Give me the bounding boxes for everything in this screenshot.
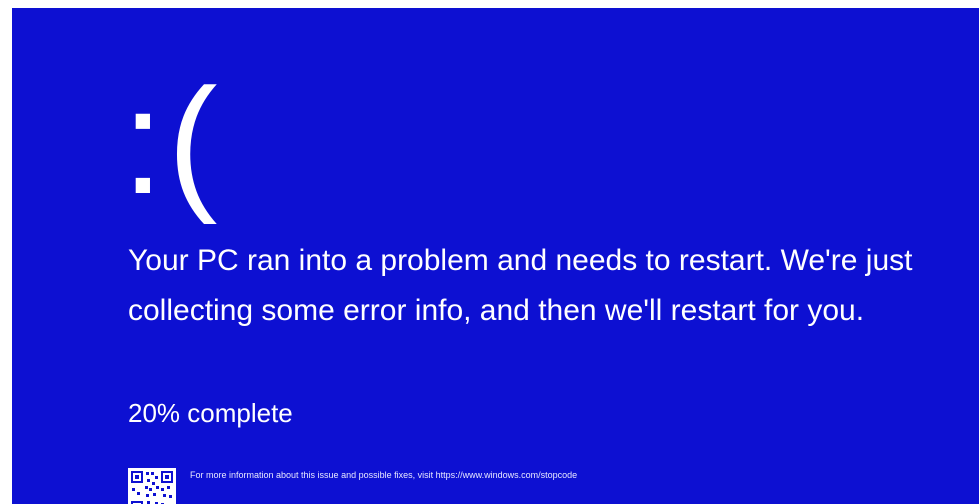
error-message: Your PC ran into a problem and needs to … [128, 244, 913, 327]
sad-face-emoticon: :( [122, 57, 222, 225]
progress-text: 20% complete [128, 398, 293, 428]
stopcode-info-text: For more information about this issue an… [190, 470, 578, 480]
qr-code-icon [128, 468, 176, 504]
bsod-screen: :( Your PC ran into a problem and needs … [12, 8, 979, 504]
